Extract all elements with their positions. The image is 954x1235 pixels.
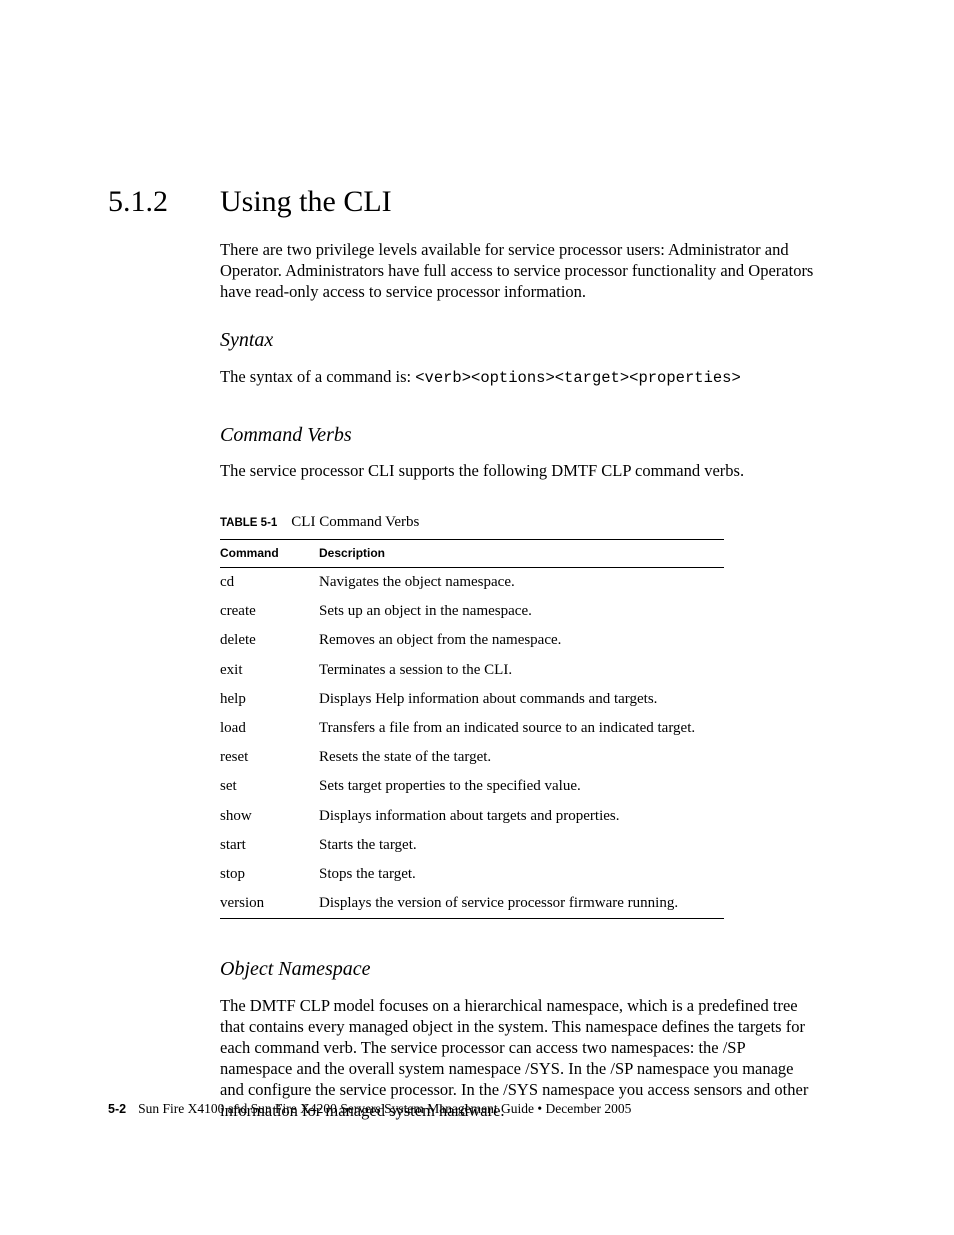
table-row: loadTransfers a file from an indicated s…: [220, 714, 724, 743]
page-number: 5-2: [108, 1102, 126, 1116]
table-row: cdNavigates the object namespace.: [220, 568, 724, 598]
syntax-paragraph: The syntax of a command is: <verb><optio…: [220, 366, 820, 389]
cell-description: Sets target properties to the specified …: [319, 772, 724, 801]
table-row: deleteRemoves an object from the namespa…: [220, 626, 724, 655]
cell-command: set: [220, 772, 319, 801]
cell-description: Navigates the object namespace.: [319, 568, 724, 598]
footer-text: Sun Fire X4100 and Sun Fire X4200 Server…: [138, 1101, 631, 1116]
table-caption: TABLE 5-1 CLI Command Verbs: [220, 513, 820, 532]
namespace-heading: Object Namespace: [220, 957, 820, 983]
cell-description: Stops the target.: [319, 860, 724, 889]
command-verbs-table: Command Description cdNavigates the obje…: [220, 539, 724, 920]
cell-command: cd: [220, 568, 319, 598]
cell-description: Resets the state of the target.: [319, 743, 724, 772]
section-number: 5.1.2: [108, 185, 168, 219]
cell-command: stop: [220, 860, 319, 889]
cell-description: Starts the target.: [319, 831, 724, 860]
section-title: Using the CLI: [220, 185, 392, 219]
cell-command: help: [220, 685, 319, 714]
table-row: exitTerminates a session to the CLI.: [220, 656, 724, 685]
cell-command: reset: [220, 743, 319, 772]
cell-description: Displays the version of service processo…: [319, 889, 724, 919]
page-footer: 5-2 Sun Fire X4100 and Sun Fire X4200 Ser…: [108, 1101, 631, 1117]
syntax-lead: The syntax of a command is:: [220, 367, 415, 386]
cell-command: start: [220, 831, 319, 860]
table-title: CLI Command Verbs: [291, 514, 419, 530]
table-row: stopStops the target.: [220, 860, 724, 889]
table-row: createSets up an object in the namespace…: [220, 597, 724, 626]
cell-command: show: [220, 802, 319, 831]
syntax-code: <verb><options><target><properties>: [415, 369, 741, 387]
table-label: TABLE 5-1: [220, 517, 277, 529]
syntax-heading: Syntax: [220, 328, 820, 354]
table-row: versionDisplays the version of service p…: [220, 889, 724, 919]
cell-command: create: [220, 597, 319, 626]
cell-description: Removes an object from the namespace.: [319, 626, 724, 655]
table-row: setSets target properties to the specifi…: [220, 772, 724, 801]
cell-description: Displays information about targets and p…: [319, 802, 724, 831]
table-row: showDisplays information about targets a…: [220, 802, 724, 831]
verbs-heading: Command Verbs: [220, 423, 820, 449]
cell-description: Sets up an object in the namespace.: [319, 597, 724, 626]
cell-command: exit: [220, 656, 319, 685]
col-description: Description: [319, 539, 724, 567]
table-row: resetResets the state of the target.: [220, 743, 724, 772]
cell-description: Terminates a session to the CLI.: [319, 656, 724, 685]
cell-description: Transfers a file from an indicated sourc…: [319, 714, 724, 743]
cell-description: Displays Help information about commands…: [319, 685, 724, 714]
verbs-intro: The service processor CLI supports the f…: [220, 460, 820, 481]
intro-paragraph: There are two privilege levels available…: [220, 239, 820, 302]
table-row: helpDisplays Help information about comm…: [220, 685, 724, 714]
col-command: Command: [220, 539, 319, 567]
cell-command: version: [220, 889, 319, 919]
cell-command: load: [220, 714, 319, 743]
cell-command: delete: [220, 626, 319, 655]
table-row: startStarts the target.: [220, 831, 724, 860]
